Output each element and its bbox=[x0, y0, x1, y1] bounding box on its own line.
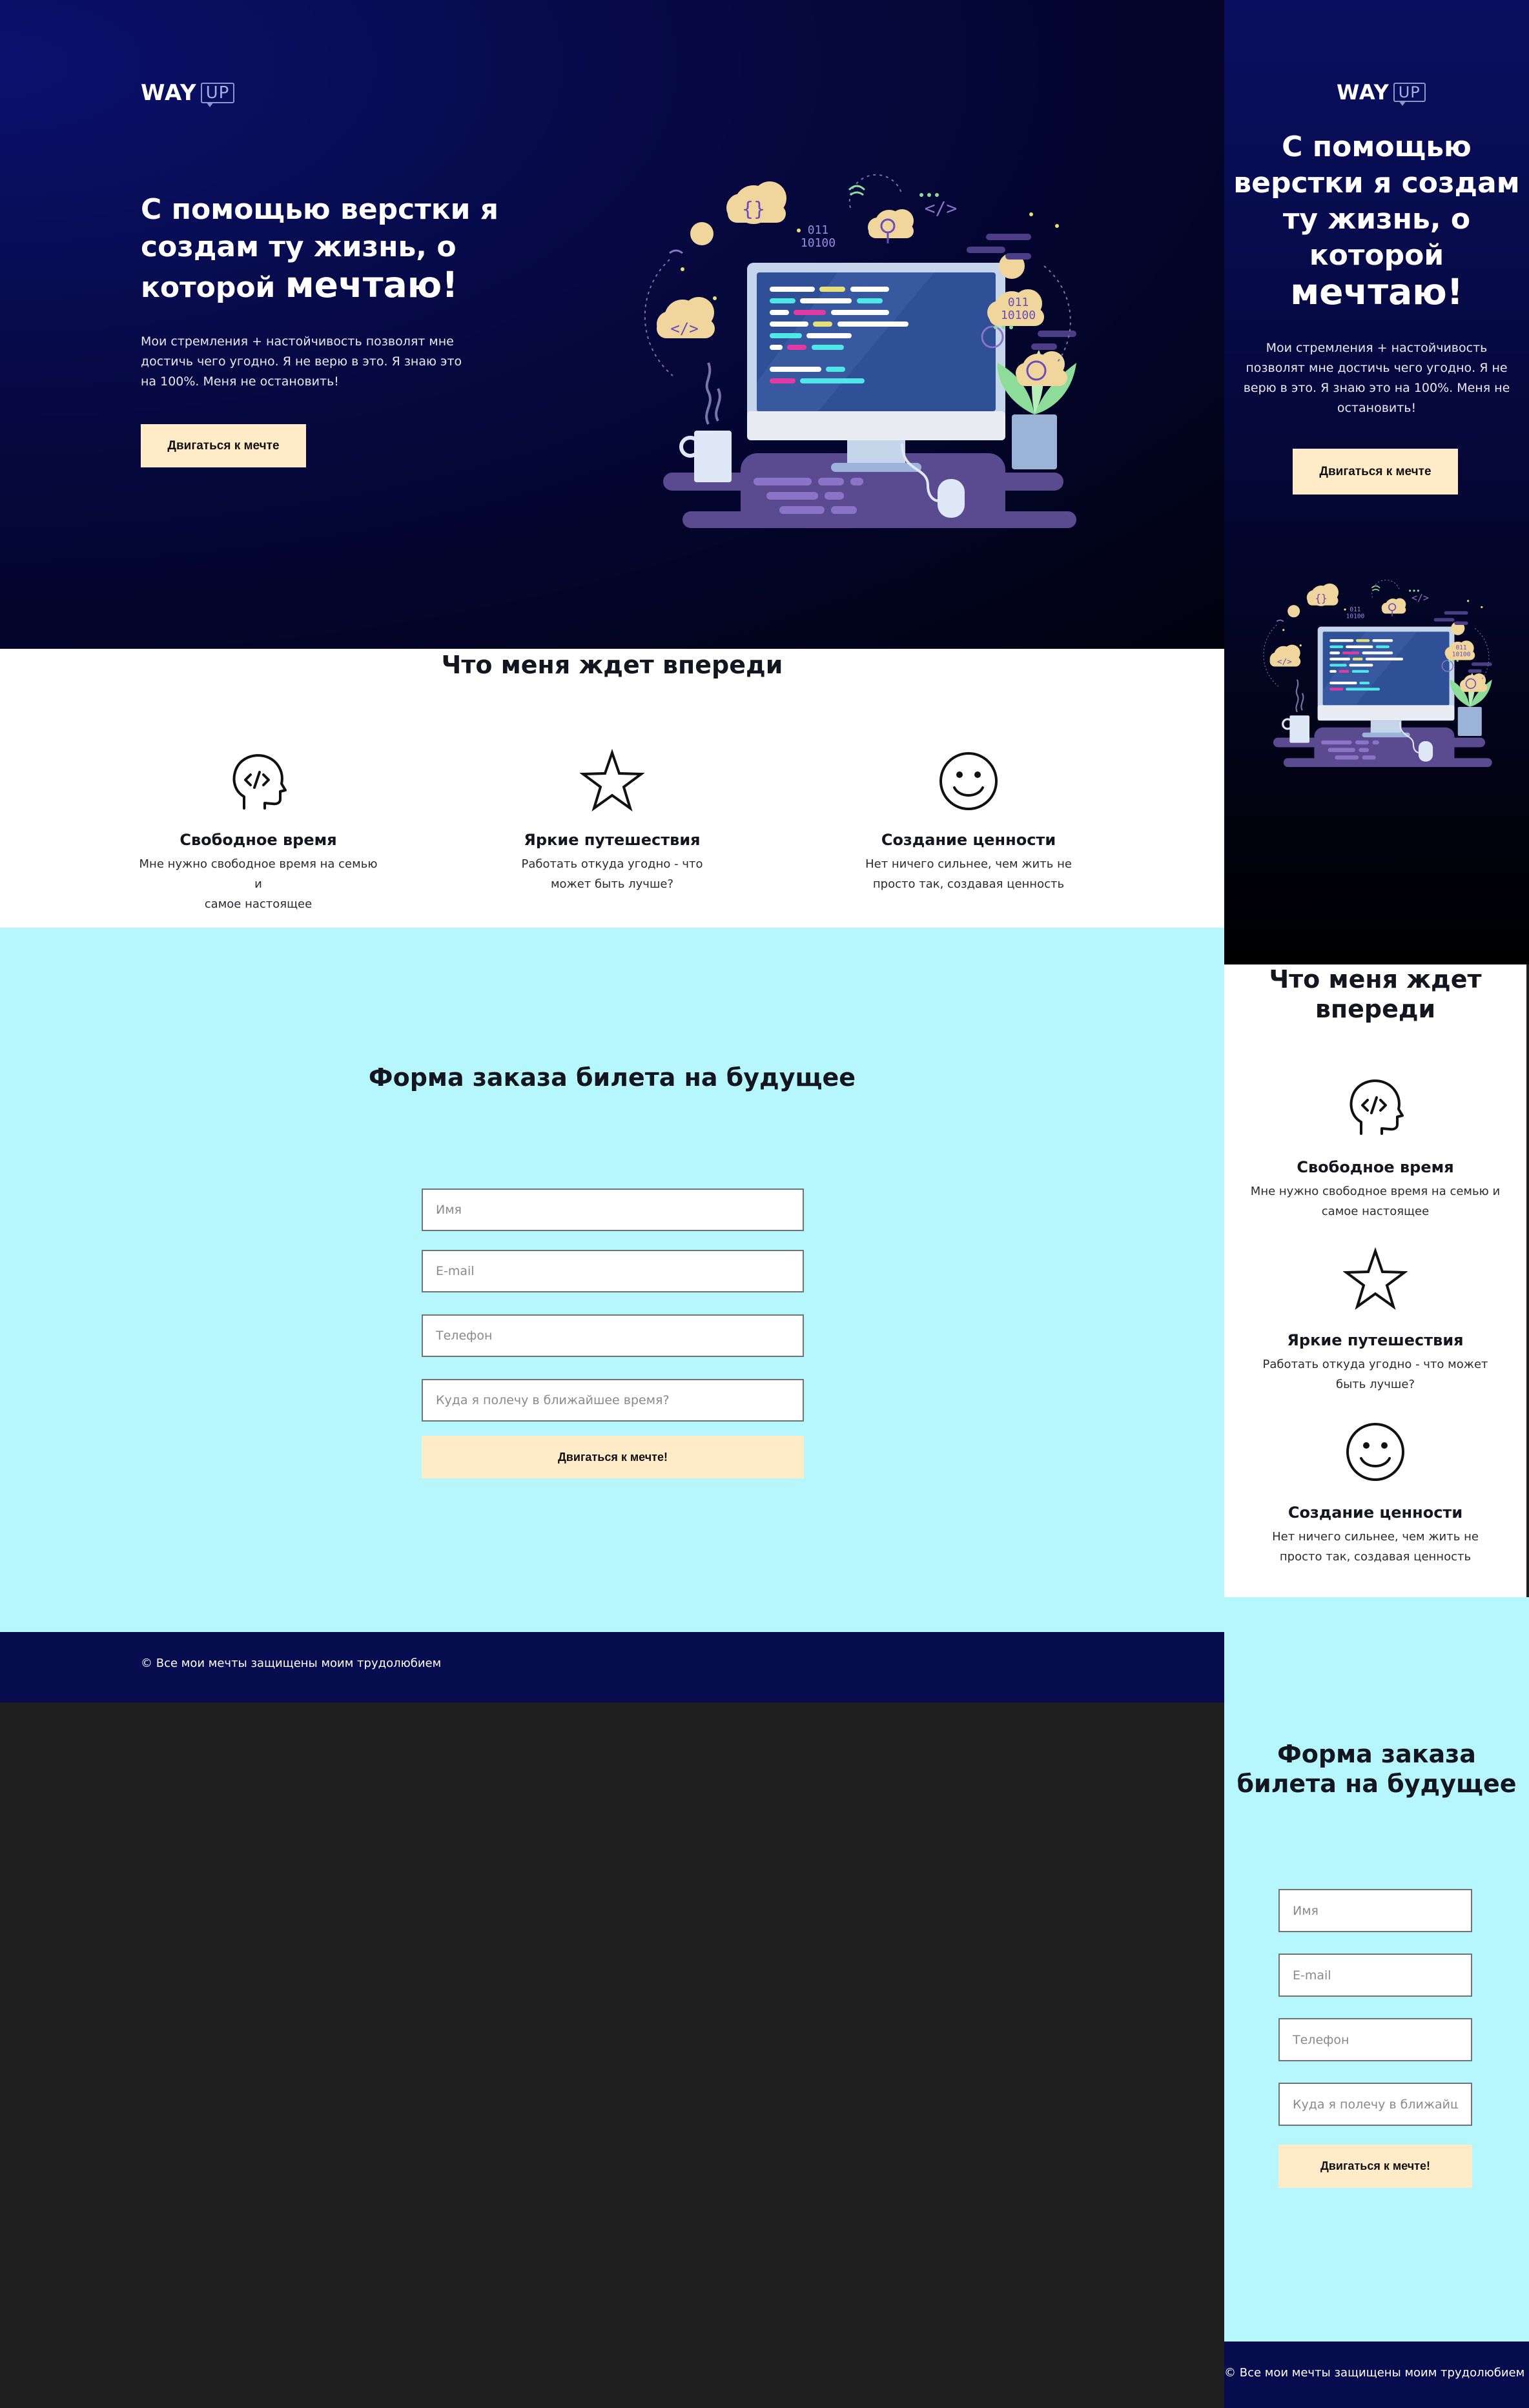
submit-button[interactable]: Двигаться к мечте! bbox=[422, 1436, 804, 1478]
mobile-hero-title-accent: мечтаю! bbox=[1290, 271, 1463, 312]
mobile-feature-desc-travel: Работать откуда угодно - что может быть … bbox=[1262, 1358, 1488, 1391]
mobile-features-title: Что меня ждет впереди bbox=[1269, 965, 1482, 1023]
mobile-submit-button[interactable]: Двигаться к мечте! bbox=[1278, 2145, 1472, 2188]
phone-input[interactable] bbox=[422, 1314, 804, 1357]
mobile-phone-input[interactable] bbox=[1278, 2018, 1472, 2061]
mobile-destination-input[interactable] bbox=[1278, 2083, 1472, 2126]
logo-text: WAY bbox=[141, 80, 197, 106]
mobile-feature-title-travel: Яркие путешествия bbox=[1287, 1331, 1464, 1349]
email-input[interactable] bbox=[422, 1250, 804, 1292]
mobile-footer: © Все мои мечты защищены моим трудолюбие… bbox=[1224, 2342, 1529, 2408]
mobile-feature-title-value: Создание ценности bbox=[1288, 1504, 1463, 1522]
mobile-head-code-icon bbox=[1343, 1074, 1408, 1139]
features-title: Что меня ждет впереди bbox=[441, 651, 783, 679]
mobile-star-icon bbox=[1343, 1247, 1408, 1312]
mobile-features-section: Что меня ждет впереди Свободное время Мн… bbox=[1224, 964, 1526, 1597]
mobile-form-title: Форма заказа билета на будущее bbox=[1237, 1740, 1517, 1798]
developer-illustration bbox=[641, 169, 1086, 550]
mobile-hero-title: С помощью верстки я создам ту жизнь, о к… bbox=[1228, 129, 1525, 313]
mobile-view: WAY UP С помощью верстки я создам ту жиз… bbox=[1224, 0, 1529, 2408]
logo-badge: UP bbox=[200, 82, 235, 107]
mobile-footer-copyright: © Все мои мечты защищены моим трудолюбие… bbox=[1224, 2366, 1525, 2380]
mobile-name-input[interactable] bbox=[1278, 1889, 1472, 1932]
star-icon bbox=[580, 749, 644, 813]
smiley-icon bbox=[936, 749, 1001, 813]
hero-description: Мои стремления + настойчивость позволят … bbox=[141, 334, 462, 389]
head-code-icon bbox=[226, 749, 291, 813]
footer: © Все мои мечты защищены моим трудолюбие… bbox=[0, 1632, 1224, 1702]
mobile-smiley-icon bbox=[1343, 1420, 1408, 1484]
mobile-logo-text: WAY bbox=[1337, 80, 1390, 105]
feature-title-free-time: Свободное время bbox=[180, 831, 337, 849]
mobile-hero-section: WAY UP С помощью верстки я создам ту жиз… bbox=[1224, 0, 1529, 964]
mobile-email-input[interactable] bbox=[1278, 1954, 1472, 1997]
mobile-hero-cta-button[interactable]: Двигаться к мечте bbox=[1293, 449, 1458, 495]
order-form-section: Форма заказа билета на будущее Двигаться… bbox=[0, 928, 1224, 1632]
mobile-logo[interactable]: WAY UP bbox=[1337, 80, 1426, 107]
name-input[interactable] bbox=[422, 1189, 804, 1231]
feature-desc-travel: Работать откуда угодно - что может быть … bbox=[521, 857, 703, 891]
feature-desc-free-time: Мне нужно свободное время на семью и сам… bbox=[139, 857, 378, 911]
hero-title-accent: мечтаю! bbox=[285, 264, 458, 305]
mobile-logo-badge: UP bbox=[1393, 82, 1426, 107]
hero-section: WAY UP С помощью верстки я создам ту жиз… bbox=[0, 0, 1224, 649]
mobile-feature-desc-value: Нет ничего сильнее, чем жить не просто т… bbox=[1272, 1530, 1479, 1564]
hero-cta-button[interactable]: Двигаться к мечте bbox=[141, 424, 306, 467]
destination-input[interactable] bbox=[422, 1379, 804, 1422]
feature-title-value: Создание ценности bbox=[881, 831, 1056, 849]
hero-title: С помощью верстки я создам ту жизнь, о к… bbox=[141, 191, 541, 307]
form-title: Форма заказа билета на будущее bbox=[368, 1063, 856, 1092]
mobile-developer-illustration bbox=[1263, 578, 1493, 768]
mobile-feature-title-free-time: Свободное время bbox=[1297, 1158, 1454, 1176]
feature-desc-value: Нет ничего сильнее, чем жить не просто т… bbox=[865, 857, 1072, 891]
features-section: Что меня ждет впереди Свободное время Мн… bbox=[0, 649, 1224, 928]
mobile-order-form-section: Форма заказа билета на будущее Двигаться… bbox=[1224, 1597, 1529, 2342]
desktop-view: WAY UP С помощью верстки я создам ту жиз… bbox=[0, 0, 1224, 1702]
logo[interactable]: WAY UP bbox=[141, 80, 235, 107]
footer-copyright: © Все мои мечты защищены моим трудолюбие… bbox=[141, 1657, 442, 1670]
mobile-hero-description: Мои стремления + настойчивость позволят … bbox=[1243, 341, 1510, 415]
mobile-hero-title-text: С помощью верстки я создам ту жизнь, о к… bbox=[1233, 130, 1520, 272]
feature-title-travel: Яркие путешествия bbox=[524, 831, 701, 849]
mobile-feature-desc-free-time: Мне нужно свободное время на семью и сам… bbox=[1250, 1185, 1501, 1218]
